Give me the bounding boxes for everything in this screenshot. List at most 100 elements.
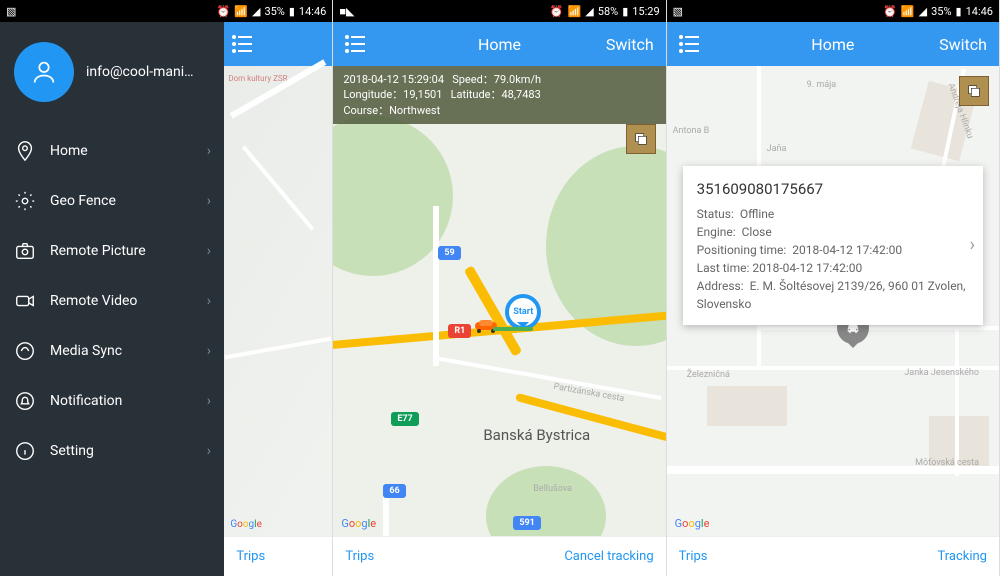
avatar: [14, 42, 74, 102]
street-label: Jaňa: [767, 144, 787, 154]
chevron-right-icon: ›: [207, 293, 211, 309]
sync-icon: [14, 340, 36, 362]
device-info-card[interactable]: 351609080175667 Status: Offline Engine: …: [683, 166, 983, 325]
poi-label: Dom kultury ZSR: [228, 74, 287, 83]
track-line: [493, 327, 533, 331]
header-title: Home: [811, 35, 854, 54]
nav-geofence[interactable]: Geo Fence ›: [0, 176, 225, 226]
city-label: Banská Bystrica: [483, 426, 590, 444]
nav-label: Geo Fence: [50, 193, 193, 209]
map-peek[interactable]: Dom kultury ZSR Google Trips: [224, 22, 332, 576]
info-icon: [14, 440, 36, 462]
video-icon: [14, 290, 36, 312]
nav-label: Notification: [50, 393, 193, 409]
battery-percent: 58%: [598, 5, 618, 18]
profile-email: info@cool-mani…: [86, 64, 194, 80]
header-title: Home: [478, 35, 521, 54]
alarm-icon: ⏰: [217, 5, 231, 18]
profile-section[interactable]: info@cool-mani…: [0, 22, 225, 126]
clock: 14:46: [966, 5, 993, 18]
nav-setting[interactable]: Setting ›: [0, 426, 225, 476]
image-icon: ▧: [673, 5, 683, 18]
nav-label: Remote Video: [50, 293, 193, 309]
nav-label: Media Sync: [50, 343, 193, 359]
route-66: 66: [383, 484, 405, 498]
chevron-right-icon: ›: [207, 443, 211, 459]
battery-icon: ▮: [622, 5, 628, 18]
street-label: Antona B: [673, 126, 710, 136]
nav-remote-video[interactable]: Remote Video ›: [0, 276, 225, 326]
trips-link[interactable]: Trips: [345, 549, 374, 564]
user-icon: [30, 58, 58, 86]
street-label: 9. mája: [807, 80, 837, 90]
switch-button[interactable]: Switch: [939, 35, 987, 54]
chevron-right-icon: ›: [970, 232, 975, 259]
google-attribution: Google: [230, 519, 262, 530]
chevron-right-icon: ›: [207, 193, 211, 209]
menu-icon[interactable]: [345, 35, 365, 53]
route-e77: E77: [391, 412, 418, 426]
car-marker[interactable]: [473, 318, 499, 334]
signal-icon: ◢: [919, 5, 927, 18]
tracking-link[interactable]: Tracking: [937, 549, 987, 564]
street-label: Janka Jesenského: [904, 368, 979, 378]
battery-percent: 35%: [264, 5, 284, 18]
start-label: Start: [513, 307, 533, 317]
map-view[interactable]: 59 R1 E77 66 591 Banská Bystrica Partizá…: [333, 66, 665, 536]
chevron-right-icon: ›: [207, 143, 211, 159]
status-bar: ▧ ⏰ 📶 ◢ 35% ▮ 14:46: [0, 0, 332, 22]
google-attribution: Google: [675, 517, 710, 530]
trips-link[interactable]: Trips: [236, 549, 265, 564]
nav-notification[interactable]: Notification ›: [0, 376, 225, 426]
layers-button[interactable]: [959, 76, 989, 106]
nav-label: Setting: [50, 443, 193, 459]
gear-icon: [14, 190, 36, 212]
chevron-right-icon: ›: [207, 393, 211, 409]
screen-tracking: ■◣ ⏰ 📶 ◢ 58% ▮ 15:29 Home Switch: [333, 0, 666, 576]
map-peek-body[interactable]: Dom kultury ZSR Google Trips: [224, 66, 332, 576]
app-header: Home Switch: [667, 22, 999, 66]
app-header-peek: [224, 22, 332, 66]
bottom-bar: Trips Tracking: [667, 536, 999, 576]
status-bar: ■◣ ⏰ 📶 ◢ 58% ▮ 15:29: [333, 0, 665, 22]
layers-button[interactable]: [626, 124, 656, 154]
image-icon: ▧: [6, 5, 16, 18]
cancel-tracking-link[interactable]: Cancel tracking: [564, 549, 653, 564]
clock: 14:46: [299, 5, 326, 18]
alarm-icon: ⏰: [883, 5, 897, 18]
switch-button[interactable]: Switch: [606, 35, 654, 54]
route-591: 591: [513, 516, 541, 530]
nav-label: Home: [50, 143, 193, 159]
nav-label: Remote Picture: [50, 243, 193, 259]
trips-link[interactable]: Trips: [679, 549, 708, 564]
google-attribution: Google: [341, 517, 376, 530]
menu-icon[interactable]: [679, 35, 699, 53]
street-label: Bellušova: [533, 484, 572, 494]
menu-icon[interactable]: [232, 35, 252, 53]
wifi-icon: 📶: [568, 5, 582, 18]
wifi-icon: 📶: [234, 5, 248, 18]
route-r1: R1: [448, 324, 471, 338]
device-id: 351609080175667: [697, 178, 969, 201]
bottom-bar: Trips: [224, 536, 332, 576]
screen-drawer: ▧ ⏰ 📶 ◢ 35% ▮ 14:46 info@cool-mani… Home: [0, 0, 333, 576]
camera-icon: [14, 240, 36, 262]
chevron-right-icon: ›: [207, 343, 211, 359]
nav-home[interactable]: Home ›: [0, 126, 225, 176]
camera-status-icon: ■◣: [339, 5, 354, 18]
bottom-bar: Trips Cancel tracking: [333, 536, 665, 576]
pin-icon: [14, 140, 36, 162]
nav-remote-picture[interactable]: Remote Picture ›: [0, 226, 225, 276]
battery-icon: ▮: [956, 5, 962, 18]
app-header: Home Switch: [333, 22, 665, 66]
tracking-info-overlay: 2018-04-12 15:29:04 Speed：79.0km/h Longi…: [333, 66, 665, 124]
battery-percent: 35%: [931, 5, 951, 18]
nav-media-sync[interactable]: Media Sync ›: [0, 326, 225, 376]
map-view[interactable]: 9. mája Antona B Jaňa Andreja Hlinku Žel…: [667, 66, 999, 536]
clock: 15:29: [632, 5, 659, 18]
status-bar: ▧ ⏰ 📶 ◢ 35% ▮ 14:46: [667, 0, 999, 22]
signal-icon: ◢: [585, 5, 593, 18]
street-label: Môťovská cesta: [915, 458, 979, 468]
battery-icon: ▮: [289, 5, 295, 18]
wifi-icon: 📶: [901, 5, 915, 18]
